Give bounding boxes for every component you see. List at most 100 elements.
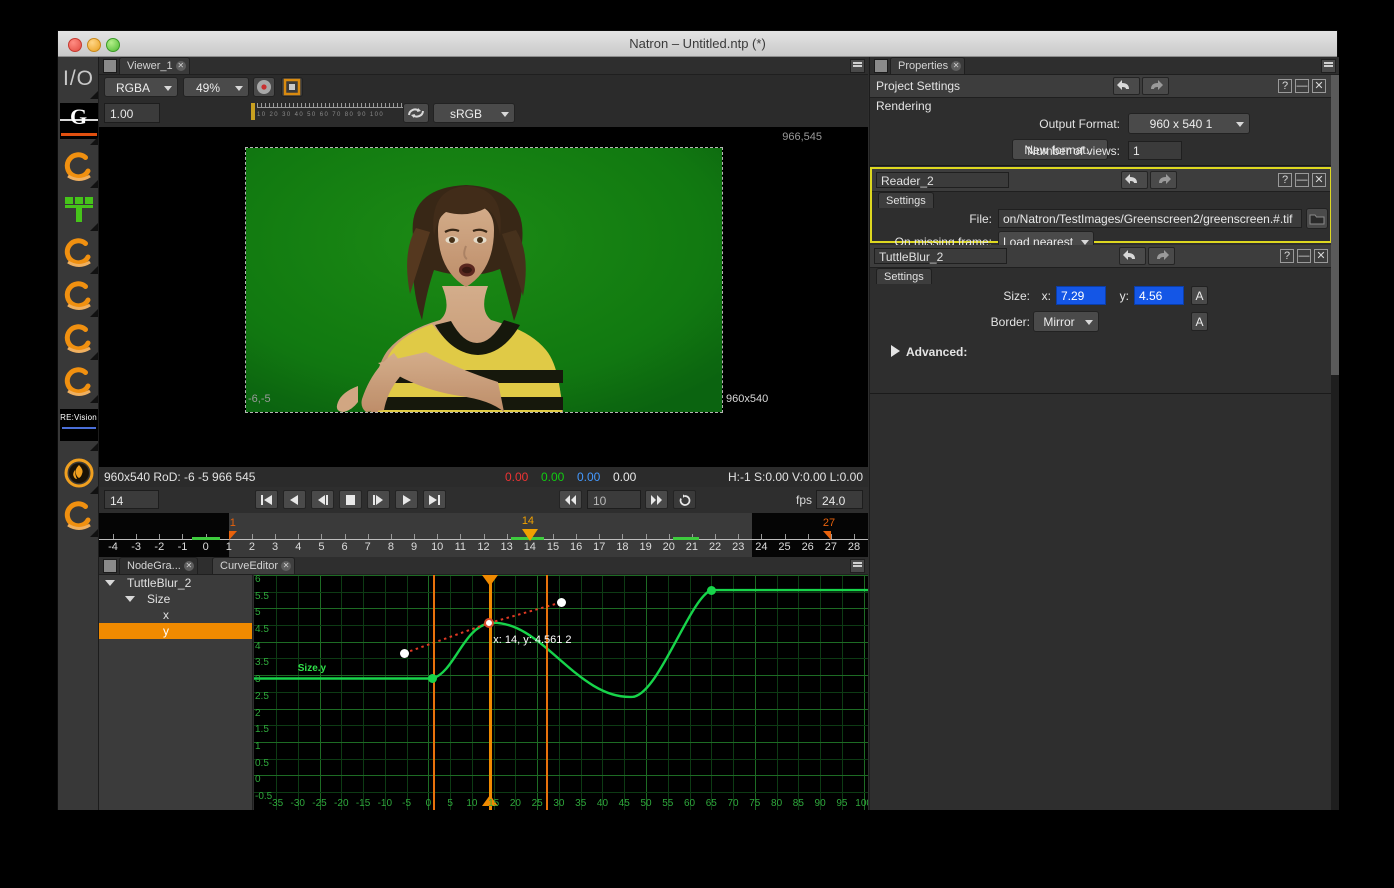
tab-viewer-1[interactable]: Viewer_1 ✕ — [119, 57, 190, 74]
timeline-tick — [761, 534, 763, 539]
curve-graph[interactable]: Size.y x: 14, y: 4.561 2 -0.5 0 0.5 1 1.5 2 2.… — [254, 575, 868, 810]
panel-close-icon[interactable]: ✕ — [1312, 79, 1326, 93]
tree-item-node[interactable]: TuttleBlur_2 — [99, 575, 252, 591]
panel-close-icon[interactable]: ✕ — [1314, 249, 1328, 263]
loop-mode-button[interactable] — [673, 490, 696, 509]
tab-node-graph[interactable]: NodeGra... ✕ — [119, 557, 198, 574]
close-icon[interactable]: ✕ — [951, 61, 962, 71]
timeline-marker[interactable] — [228, 531, 237, 540]
toolbar-item-channel[interactable] — [58, 361, 99, 404]
toolbar-item-io[interactable]: I/O — [58, 57, 99, 100]
help-icon[interactable]: ? — [1278, 79, 1292, 93]
next-frame-button[interactable] — [367, 490, 390, 509]
bound-line[interactable] — [545, 575, 548, 810]
tab-properties[interactable]: Properties ✕ — [890, 57, 966, 74]
toolbar-item-gmic[interactable]: G — [58, 103, 99, 146]
minimize-icon[interactable]: — — [1295, 173, 1309, 187]
expand-triangle-icon[interactable] — [891, 345, 900, 357]
border-animation-button[interactable]: A — [1191, 312, 1208, 331]
node-toolbar[interactable]: I/O G RE:Vision — [58, 57, 99, 810]
help-icon[interactable]: ? — [1280, 249, 1294, 263]
size-animation-button[interactable]: A — [1191, 286, 1208, 305]
undo-button[interactable] — [1121, 171, 1148, 189]
close-icon[interactable]: ✕ — [183, 561, 194, 571]
first-frame-button[interactable] — [255, 490, 278, 509]
redo-button[interactable] — [1148, 247, 1175, 265]
playhead-handle-top[interactable] — [482, 575, 499, 586]
panel-menu-icon[interactable] — [850, 59, 865, 73]
gain-field[interactable]: 1.00 — [104, 103, 160, 123]
decrement-button[interactable] — [559, 490, 582, 509]
y-axis-label: 1 — [255, 740, 261, 752]
previous-frame-button[interactable] — [311, 490, 334, 509]
panel-grip-icon[interactable] — [874, 59, 888, 73]
toolbar-item-merge[interactable] — [58, 232, 99, 275]
previous-keyframe-button[interactable] — [283, 490, 306, 509]
number-of-views-field[interactable]: 1 — [1128, 141, 1182, 160]
channels-combo[interactable]: RGBA — [104, 77, 178, 97]
toolbar-item-keyer[interactable] — [58, 318, 99, 361]
play-button[interactable] — [395, 490, 418, 509]
toolbar-item-misc[interactable] — [58, 495, 99, 538]
undo-button[interactable] — [1119, 247, 1146, 265]
tangent-handle-right[interactable] — [556, 597, 566, 607]
current-frame-field[interactable]: 14 — [104, 490, 159, 509]
fps-field[interactable]: 24.0 — [816, 490, 863, 509]
file-field[interactable]: on/Natron/TestImages/Greenscreen2/greens… — [998, 209, 1302, 228]
blur-settings-tab[interactable]: Settings — [876, 268, 932, 284]
increment-button[interactable] — [645, 490, 668, 509]
chevron-down-icon[interactable] — [105, 580, 115, 586]
output-format-combo[interactable]: 960 x 540 1 — [1128, 113, 1250, 134]
panel-menu-icon[interactable] — [850, 559, 865, 573]
last-frame-button[interactable] — [423, 490, 446, 509]
toolbar-item-color[interactable] — [58, 146, 99, 189]
tree-item-x[interactable]: x — [99, 607, 252, 623]
region-of-interest-button[interactable] — [281, 77, 303, 97]
node-name-field[interactable]: TuttleBlur_2 — [874, 248, 1007, 264]
viewer-canvas[interactable]: 966,545 -6,-5 960x540 — [99, 127, 868, 467]
minimize-icon[interactable]: — — [1297, 249, 1311, 263]
help-icon[interactable]: ? — [1278, 173, 1292, 187]
toolbar-item-filter[interactable] — [58, 275, 99, 318]
playhead-line[interactable] — [489, 575, 493, 810]
close-icon[interactable]: ✕ — [175, 61, 186, 71]
timeline-marker[interactable] — [822, 531, 831, 540]
panel-menu-icon[interactable] — [1321, 59, 1336, 73]
clip-to-project-button[interactable] — [253, 77, 275, 97]
browse-file-button[interactable] — [1306, 208, 1328, 229]
tree-item-size[interactable]: Size — [99, 591, 252, 607]
toolbar-item-transform[interactable] — [58, 189, 99, 232]
zoom-combo[interactable]: 49% — [183, 77, 249, 97]
tangent-handle-left[interactable] — [399, 648, 409, 658]
timeline[interactable]: -4 -3 -2 -1 0 1 2 3 4 5 6 7 8 9 10 11 12 13 14 15 16 17 18 19 20… — [99, 513, 868, 557]
border-combo[interactable]: Mirror — [1033, 311, 1099, 332]
frame-increment-field[interactable]: 10 — [587, 490, 641, 509]
bound-line[interactable] — [432, 575, 435, 810]
tab-curve-editor[interactable]: CurveEditor ✕ — [212, 557, 296, 574]
properties-scrollbar-thumb[interactable] — [1331, 75, 1339, 375]
refresh-button[interactable] — [403, 103, 429, 123]
panel-close-icon[interactable]: ✕ — [1312, 173, 1326, 187]
colorspace-combo[interactable]: sRGB — [433, 103, 515, 123]
panel-grip-icon[interactable] — [103, 559, 117, 573]
curve-tree[interactable]: TuttleBlur_2 Size x y — [99, 575, 253, 810]
toolbar-item-furnace[interactable] — [58, 452, 99, 495]
size-y-field[interactable]: 4.56 — [1134, 286, 1184, 305]
close-icon[interactable]: ✕ — [281, 561, 292, 571]
redo-button[interactable] — [1142, 77, 1169, 95]
keyframe[interactable] — [706, 585, 716, 595]
tree-item-y[interactable]: y — [99, 623, 252, 639]
reader-settings-tab[interactable]: Settings — [878, 192, 934, 208]
gmic-letter: G — [69, 104, 88, 129]
stop-button[interactable] — [339, 490, 362, 509]
chevron-down-icon[interactable] — [125, 596, 135, 602]
redo-button[interactable] — [1150, 171, 1177, 189]
playhead-marker[interactable] — [521, 529, 538, 541]
node-name-field[interactable]: Reader_2 — [876, 172, 1009, 188]
gain-slider[interactable]: 10 20 30 40 50 60 70 80 90 100 — [251, 103, 403, 121]
toolbar-item-revision[interactable]: RE:Vision — [58, 409, 99, 452]
minimize-icon[interactable]: — — [1295, 79, 1309, 93]
undo-button[interactable] — [1113, 77, 1140, 95]
panel-grip-icon[interactable] — [103, 59, 117, 73]
size-x-field[interactable]: 7.29 — [1056, 286, 1106, 305]
